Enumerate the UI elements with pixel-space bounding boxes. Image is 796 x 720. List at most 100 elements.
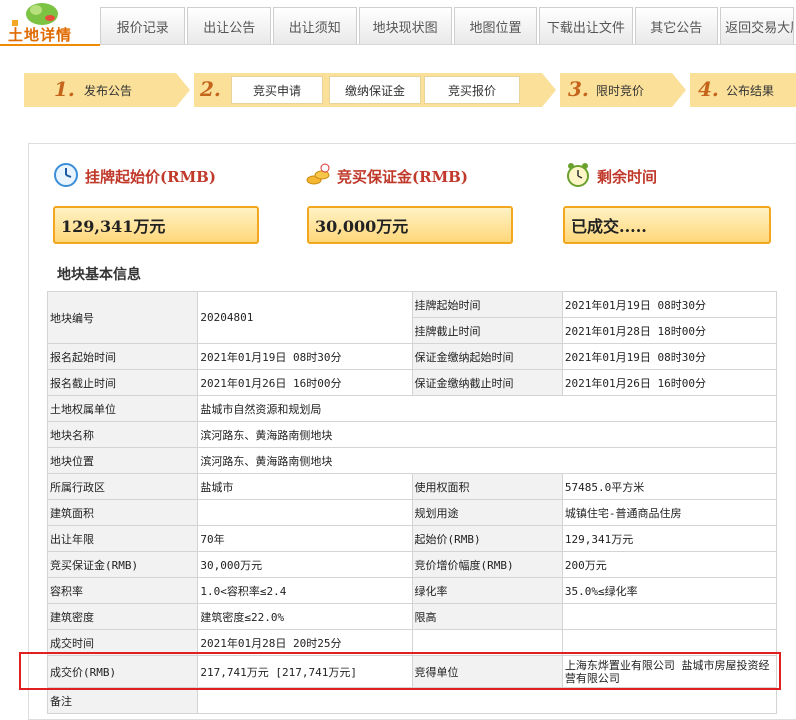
table-row: 地块位置 滨河路东、黄海路南侧地块 xyxy=(46,447,777,474)
step-3-number: 3. xyxy=(568,77,589,101)
term-label: 出让年限 xyxy=(46,525,199,552)
tab-map-location[interactable]: 地图位置 xyxy=(453,7,538,44)
header: 土地详情 报价记录 出让公告 出让须知 地块现状图 地图位置 下载出让文件 其它… xyxy=(0,0,796,46)
height-limit-label: 限高 xyxy=(411,603,563,630)
use-area-value: 57485.0平方米 xyxy=(561,473,778,500)
deposit-start-label: 保证金缴纳起始时间 xyxy=(411,343,563,370)
planned-use-value: 城镇住宅-普通商品住房 xyxy=(561,499,778,526)
deposit-end-value: 2021年01月26日 16时00分 xyxy=(561,369,778,396)
winner-label: 竞得单位 xyxy=(411,655,563,688)
step-2-deposit: 缴纳保证金 xyxy=(329,76,421,104)
tab-back-to-hall[interactable]: 返回交易大厅 xyxy=(720,7,794,44)
plot-location-value: 滨河路东、黄海路南侧地块 xyxy=(197,447,777,474)
deposit-cell: 30,000万元 xyxy=(197,551,413,578)
building-area-value xyxy=(197,499,413,526)
deposit-end-label: 保证金缴纳截止时间 xyxy=(411,369,563,396)
table-row: 建筑密度 建筑密度≤22.0% 限高 xyxy=(46,603,778,630)
step-2-quote: 竞买报价 xyxy=(424,76,520,104)
signup-end-value: 2021年01月26日 16时00分 xyxy=(197,369,413,396)
step-1-number: 1. xyxy=(54,77,75,101)
table-row: 地块编号 20204801 挂牌起始时间 2021年01月19日 08时30分 xyxy=(46,291,778,344)
deal-time-label: 成交时间 xyxy=(46,629,199,656)
signup-start-value: 2021年01月19日 08时30分 xyxy=(197,343,413,370)
table-row: 竞买保证金(RMB) 30,000万元 竞价增价幅度(RMB) 200万元 xyxy=(46,551,778,578)
step-4-label: 公布结果 xyxy=(726,84,775,98)
deal-price-label: 成交价(RMB) xyxy=(46,655,199,688)
remaining-time-title: 剩余时间 xyxy=(597,168,658,186)
table-row: 成交价(RMB) 217,741万元 [217,741万元] 竞得单位 上海东烨… xyxy=(46,655,778,688)
table-row: 建筑面积 规划用途 城镇住宅-普通商品住房 xyxy=(46,499,778,526)
plot-ratio-label: 容积率 xyxy=(46,577,199,604)
tab-other-notices[interactable]: 其它公告 xyxy=(634,7,719,44)
deposit-value: 30,000万元 xyxy=(307,206,513,244)
height-limit-value xyxy=(561,603,778,630)
tab-transfer-instructions[interactable]: 出让须知 xyxy=(273,7,357,44)
tab-bar: 报价记录 出让公告 出让须知 地块现状图 地图位置 下载出让文件 其它公告 返回… xyxy=(100,7,796,44)
winner-value: 上海东烨置业有限公司 盐城市房屋投资经营有限公司 xyxy=(561,655,778,688)
tab-download-files[interactable]: 下载出让文件 xyxy=(539,7,633,44)
remarks-value xyxy=(197,687,777,714)
start-price-label: 起始价(RMB) xyxy=(411,525,563,552)
plot-name-value: 滨河路东、黄海路南侧地块 xyxy=(197,421,777,448)
plot-ratio-value: 1.0<容积率≤2.4 xyxy=(197,577,413,604)
use-area-label: 使用权面积 xyxy=(411,473,563,500)
planned-use-label: 规划用途 xyxy=(411,499,563,526)
green-ratio-value: 35.0%≤绿化率 xyxy=(561,577,778,604)
building-density-value: 建筑密度≤22.0% xyxy=(197,603,413,630)
building-area-label: 建筑面积 xyxy=(46,499,199,526)
plot-info-table: 地块编号 20204801 挂牌起始时间 2021年01月19日 08时30分 … xyxy=(46,291,778,714)
table-row: 容积率 1.0<容积率≤2.4 绿化率 35.0%≤绿化率 xyxy=(46,577,778,604)
increment-label: 竞价增价幅度(RMB) xyxy=(411,551,563,578)
step-1-label: 发布公告 xyxy=(84,84,133,98)
clock-icon xyxy=(54,163,78,187)
deposit-start-value: 2021年01月19日 08时30分 xyxy=(561,343,778,370)
deposit-title: 竞买保证金(RMB) xyxy=(337,168,468,186)
table-row: 报名截止时间 2021年01月26日 16时00分 保证金缴纳截止时间 2021… xyxy=(46,369,778,396)
district-label: 所属行政区 xyxy=(46,473,199,500)
step-3-label: 限时竞价 xyxy=(596,84,645,98)
increment-value: 200万元 xyxy=(561,551,778,578)
header-divider xyxy=(100,44,796,45)
deal-time-value: 2021年01月28日 20时25分 xyxy=(197,629,413,656)
logo-underline xyxy=(0,44,100,46)
listing-end-label: 挂牌截止时间 xyxy=(411,317,563,344)
deal-price-value: 217,741万元 [217,741万元] xyxy=(197,655,413,688)
table-row: 所属行政区 盐城市 使用权面积 57485.0平方米 xyxy=(46,473,778,500)
deposit-label: 竞买保证金(RMB) xyxy=(46,551,199,578)
owner-value: 盐城市自然资源和规划局 xyxy=(197,395,777,422)
owner-label: 土地权属单位 xyxy=(46,395,199,422)
listing-start-label: 挂牌起始时间 xyxy=(411,291,563,318)
step-2-apply: 竞买申请 xyxy=(231,76,323,104)
logo: 土地详情 xyxy=(0,0,100,46)
listing-start-value: 2021年01月19日 08时30分 xyxy=(561,291,778,318)
table-row: 成交时间 2021年01月28日 20时25分 xyxy=(46,629,778,656)
table-row: 报名起始时间 2021年01月19日 08时30分 保证金缴纳起始时间 2021… xyxy=(46,343,778,370)
table-row: 地块名称 滨河路东、黄海路南侧地块 xyxy=(46,421,777,448)
signup-start-label: 报名起始时间 xyxy=(46,343,199,370)
logo-text: 土地详情 xyxy=(8,26,73,44)
term-value: 70年 xyxy=(197,525,413,552)
remarks-label: 备注 xyxy=(46,687,199,714)
tab-transfer-notice[interactable]: 出让公告 xyxy=(187,7,271,44)
alarm-clock-icon xyxy=(567,163,589,187)
table-row: 出让年限 70年 起始价(RMB) 129,341万元 xyxy=(46,525,778,552)
tab-bid-record[interactable]: 报价记录 xyxy=(100,7,186,44)
green-ratio-label: 绿化率 xyxy=(411,577,563,604)
step-4-number: 4. xyxy=(698,77,719,101)
plot-name-label: 地块名称 xyxy=(46,421,199,448)
tab-plot-status-map[interactable]: 地块现状图 xyxy=(358,7,452,44)
table-row: 土地权属单位 盐城市自然资源和规划局 xyxy=(46,395,777,422)
start-price-cell: 129,341万元 xyxy=(561,525,778,552)
start-price-value: 129,341万元 xyxy=(53,206,259,244)
section-title: 地块基本信息 xyxy=(57,267,141,283)
building-density-label: 建筑密度 xyxy=(46,603,199,630)
district-value: 盐城市 xyxy=(197,473,413,500)
remaining-time-value: 已成交..... xyxy=(563,206,771,244)
progress-steps: 1. 发布公告 2. 竞买申请 缴纳保证金 竞买报价 3. 限时竞价 4. 公布… xyxy=(24,73,796,107)
listing-end-value: 2021年01月28日 18时00分 xyxy=(561,317,778,344)
plot-location-label: 地块位置 xyxy=(46,447,199,474)
step-2-number: 2. xyxy=(200,77,221,101)
signup-end-label: 报名截止时间 xyxy=(46,369,199,396)
plot-id-label: 地块编号 xyxy=(46,291,199,344)
table-row: 备注 xyxy=(46,687,777,714)
